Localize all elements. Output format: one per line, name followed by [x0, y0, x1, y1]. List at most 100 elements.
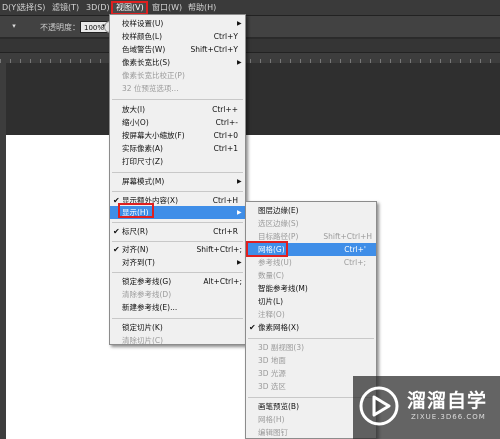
menu-item-label: 实际像素(A)	[122, 144, 163, 153]
menu-item-shortcut: Shift+Ctrl+;	[196, 245, 243, 254]
document-tab-strip	[0, 39, 500, 53]
menu-item-label: 参考线(U)	[258, 258, 292, 267]
menu-item-label: 智能参考线(M)	[258, 284, 308, 293]
menu-item-label: 图层边缘(E)	[258, 206, 299, 215]
menu-item-label: 清除参考线(D)	[122, 290, 172, 299]
menu-item-label: 注释(O)	[258, 310, 285, 319]
menu-item-label: 画笔预览(B)	[258, 402, 299, 411]
menu-item-label: 校样设置(U)	[122, 19, 164, 28]
menu-item-label: 32 位预览选项...	[122, 84, 179, 93]
menu-item-shortcut: Ctrl+;	[343, 258, 366, 267]
menu-item-label: 像素长宽比校正(P)	[122, 71, 185, 80]
menu-item-label: 按屏幕大小缩放(F)	[122, 131, 185, 140]
menu-item-lock-guides[interactable]: 锁定参考线(G) Alt+Ctrl+;	[110, 275, 245, 288]
menu-item-clear-guides: 清除参考线(D)	[110, 288, 245, 301]
checkmark-icon: ✔	[113, 227, 120, 236]
submenu-item-slices[interactable]: 切片(L)	[246, 295, 376, 308]
checkmark-icon: ✔	[113, 245, 120, 254]
menu-item-label: 色域警告(W)	[122, 45, 166, 54]
watermark: 溜溜自学 ZIXUE.3D66.COM	[353, 376, 500, 439]
menu-item-label: 屏幕模式(M)	[122, 177, 165, 186]
menu-item-snap[interactable]: ✔ 对齐(N) Shift+Ctrl+;	[110, 243, 245, 256]
menu-type[interactable]: D(Y)	[2, 2, 19, 14]
submenu-arrow-icon: ▶	[237, 178, 242, 185]
menu-3d[interactable]: 3D(D)	[86, 2, 110, 14]
opacity-label: 不透明度：	[40, 23, 80, 32]
menu-separator	[112, 191, 243, 192]
menu-item-shortcut: Ctrl+Y	[213, 32, 238, 41]
menu-item-shortcut: Alt+Ctrl+;	[203, 277, 242, 286]
menu-item-label: 3D 光源	[258, 369, 286, 378]
menu-view-annotation	[111, 1, 148, 15]
menu-item-proof-colors[interactable]: 校样颜色(L) Ctrl+Y	[110, 30, 245, 43]
menu-item-lock-slices[interactable]: 锁定切片(K)	[110, 321, 245, 334]
menu-item-shortcut: Ctrl+1	[213, 144, 238, 153]
menu-item-shortcut: Ctrl+'	[344, 245, 366, 254]
menu-separator	[112, 222, 243, 223]
menu-item-shortcut: Shift+Ctrl+Y	[190, 45, 238, 54]
menu-item-label: 对齐到(T)	[122, 258, 155, 267]
menu-item-shortcut: Ctrl+-	[215, 118, 238, 127]
menu-item-label: 数量(C)	[258, 271, 285, 280]
menu-item-label: 标尺(R)	[122, 227, 149, 236]
horizontal-ruler	[0, 53, 500, 63]
menu-item-label: 选区边缘(S)	[258, 219, 299, 228]
submenu-item-count: 数量(C)	[246, 269, 376, 282]
menu-separator	[112, 99, 243, 100]
menu-item-label: 新建参考线(E)...	[122, 303, 178, 312]
menu-separator	[112, 241, 243, 242]
options-bar: ▾ 不透明度： 100% ▾ ◎	[0, 16, 500, 38]
menu-item-label: 锁定切片(K)	[122, 323, 163, 332]
menu-item-label: 对齐(N)	[122, 245, 149, 254]
submenu-item-pixel-grid[interactable]: ✔ 像素网格(X)	[246, 321, 376, 334]
submenu-arrow-icon: ▶	[237, 209, 242, 216]
menu-item-snap-to[interactable]: 对齐到(T) ▶	[110, 256, 245, 269]
menu-item-clear-slices: 清除切片(C)	[110, 334, 245, 347]
submenu-arrow-icon: ▶	[237, 59, 242, 66]
menu-item-actual-pixels[interactable]: 实际像素(A) Ctrl+1	[110, 142, 245, 155]
menu-item-32bit-preview: 32 位预览选项...	[110, 82, 245, 95]
menu-item-shortcut: Ctrl+0	[213, 131, 238, 140]
menu-item-zoom-out[interactable]: 缩小(O) Ctrl+-	[110, 116, 245, 129]
menu-item-shortcut: Ctrl++	[212, 105, 238, 114]
menu-item-label: 3D 地面	[258, 356, 286, 365]
submenu-item-layer-edges[interactable]: 图层边缘(E)	[246, 204, 376, 217]
submenu-arrow-icon: ▶	[237, 20, 242, 27]
submenu-item-smart-guides[interactable]: 智能参考线(M)	[246, 282, 376, 295]
menu-item-label: 放大(I)	[122, 105, 146, 114]
menu-item-label: 编辑图钉	[258, 428, 288, 437]
menu-separator	[112, 318, 243, 319]
grid-item-annotation	[246, 241, 288, 257]
menu-item-label: 3D 副视图(3)	[258, 343, 305, 352]
menu-separator	[112, 272, 243, 273]
menu-item-rulers[interactable]: ✔ 标尺(R) Ctrl+R	[110, 225, 245, 238]
menu-select[interactable]: 选择(S)	[18, 2, 45, 14]
menu-item-label: 校样颜色(L)	[122, 32, 163, 41]
menu-filter[interactable]: 滤镜(T)	[52, 2, 79, 14]
menu-item-label: 清除切片(C)	[122, 336, 164, 345]
menu-item-gamut-warning[interactable]: 色域警告(W) Shift+Ctrl+Y	[110, 43, 245, 56]
menu-help[interactable]: 帮助(H)	[188, 2, 216, 14]
dropdown-icon[interactable]: ▾	[8, 21, 20, 33]
menu-item-screen-mode[interactable]: 屏幕模式(M) ▶	[110, 175, 245, 188]
menu-item-label: 打印尺寸(Z)	[122, 157, 163, 166]
menu-item-fit-on-screen[interactable]: 按屏幕大小缩放(F) Ctrl+0	[110, 129, 245, 142]
menu-item-pixel-aspect-ratio[interactable]: 像素长宽比(S) ▶	[110, 56, 245, 69]
view-menu: 校样设置(U) ▶ 校样颜色(L) Ctrl+Y 色域警告(W) Shift+Ctrl…	[109, 14, 246, 345]
submenu-item-notes: 注释(O)	[246, 308, 376, 321]
submenu-item-selection-edges: 选区边缘(S)	[246, 217, 376, 230]
menu-item-print-size[interactable]: 打印尺寸(Z)	[110, 155, 245, 168]
menu-bar: D(Y) 选择(S) 滤镜(T) 3D(D) 视图(V) 窗口(W) 帮助(H)	[0, 0, 500, 16]
menu-item-label: 像素网格(X)	[258, 323, 299, 332]
watermark-url: ZIXUE.3D66.COM	[411, 413, 486, 421]
menu-item-new-guide[interactable]: 新建参考线(E)...	[110, 301, 245, 314]
menu-item-shortcut: Shift+Ctrl+H	[323, 232, 372, 241]
submenu-item-3d-secondary-view: 3D 副视图(3)	[246, 341, 376, 354]
menu-window[interactable]: 窗口(W)	[152, 2, 182, 14]
menu-item-zoom-in[interactable]: 放大(I) Ctrl++	[110, 103, 245, 116]
watermark-title: 溜溜自学	[407, 390, 488, 412]
submenu-arrow-icon: ▶	[237, 259, 242, 266]
menu-item-proof-setup[interactable]: 校样设置(U) ▶	[110, 17, 245, 30]
menu-item-label: 像素长宽比(S)	[122, 58, 171, 67]
menu-item-label: 切片(L)	[258, 297, 284, 306]
